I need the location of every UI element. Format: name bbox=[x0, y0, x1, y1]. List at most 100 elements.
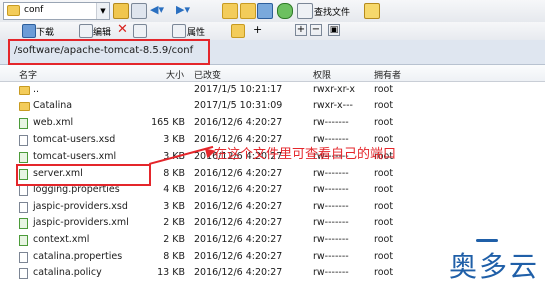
file-modified: 2016/12/6 4:20:27 bbox=[194, 234, 283, 245]
file-modified: 2016/12/6 4:20:27 bbox=[194, 201, 283, 212]
new-folder-icon[interactable] bbox=[231, 24, 245, 38]
file-permissions: rw------- bbox=[313, 201, 349, 212]
main-toolbar: conf ▼ ◀▾ ▶▾ 查找文件 bbox=[0, 0, 545, 23]
new-file-icon[interactable]: + bbox=[253, 23, 262, 36]
table-row[interactable]: jaspic-providers.xsd 3 KB 2016/12/6 4:20… bbox=[0, 199, 545, 215]
select-all-icon[interactable]: ▣ bbox=[328, 24, 340, 36]
file-owner: root bbox=[374, 168, 394, 179]
file-name: Catalina bbox=[33, 100, 73, 111]
file-name: catalina.policy bbox=[33, 267, 102, 278]
minus-icon[interactable]: − bbox=[310, 24, 322, 36]
home-icon[interactable] bbox=[257, 3, 273, 19]
file-permissions: rwxr-xr-x bbox=[313, 84, 355, 95]
xml-file-icon bbox=[19, 218, 28, 229]
server-xml-highlight-box bbox=[16, 164, 151, 186]
file-permissions: rw------- bbox=[313, 117, 349, 128]
file-size: 8 KB bbox=[163, 251, 185, 262]
file-owner: root bbox=[374, 251, 394, 262]
file-owner: root bbox=[374, 217, 394, 228]
column-header-permissions[interactable]: 权限 bbox=[313, 68, 331, 81]
file-owner: root bbox=[374, 234, 394, 245]
properties-button[interactable]: 属性 bbox=[187, 25, 205, 38]
delete-icon[interactable]: ✕ bbox=[117, 22, 128, 37]
file-size: 165 KB bbox=[151, 117, 185, 128]
file-modified: 2016/12/6 4:20:27 bbox=[194, 217, 283, 228]
plus-icon[interactable]: + bbox=[295, 24, 307, 36]
edit-button[interactable]: 编辑 bbox=[93, 25, 111, 38]
file-name: web.xml bbox=[33, 117, 74, 128]
find-files-button[interactable]: 查找文件 bbox=[314, 5, 350, 18]
file-name: jaspic-providers.xsd bbox=[33, 201, 128, 212]
table-row[interactable]: Catalina 2017/1/5 10:31:09 rwxr-x--- roo… bbox=[0, 98, 545, 114]
file-size: 3 KB bbox=[163, 134, 185, 145]
file-name: jaspic-providers.xml bbox=[33, 217, 129, 228]
file-size: 8 KB bbox=[163, 168, 185, 179]
column-header-modified[interactable]: 已改变 bbox=[194, 68, 221, 81]
file-name: catalina.properties bbox=[33, 251, 123, 262]
file-permissions: rw------- bbox=[313, 251, 349, 262]
bookmark-icon[interactable] bbox=[364, 3, 380, 19]
file-modified: 2017/1/5 10:31:09 bbox=[194, 100, 283, 111]
file-size: 13 KB bbox=[157, 267, 185, 278]
table-row[interactable]: .. 2017/1/5 10:21:17 rwxr-xr-x root bbox=[0, 82, 545, 98]
file-permissions: rw------- bbox=[313, 184, 349, 195]
file-modified: 2016/12/6 4:20:27 bbox=[194, 267, 283, 278]
file-name: .. bbox=[33, 84, 40, 95]
filter-icon[interactable] bbox=[131, 3, 147, 19]
folder-select[interactable]: conf ▼ bbox=[3, 2, 110, 20]
find-files-icon[interactable] bbox=[297, 3, 313, 19]
file-size: 2 KB bbox=[163, 217, 185, 228]
file-size: 2 KB bbox=[163, 234, 185, 245]
file-permissions: rw------- bbox=[313, 234, 349, 245]
file-owner: root bbox=[374, 267, 394, 278]
folder-icon bbox=[7, 5, 20, 16]
file-modified: 2016/12/6 4:20:27 bbox=[194, 168, 283, 179]
download-button[interactable]: 下载 bbox=[36, 25, 54, 38]
file-icon bbox=[19, 252, 28, 263]
file-modified: 2017/1/5 10:21:17 bbox=[194, 84, 283, 95]
xml-file-icon bbox=[19, 235, 28, 246]
properties-icon[interactable] bbox=[172, 24, 186, 38]
file-icon bbox=[19, 135, 28, 146]
table-row[interactable]: web.xml 165 KB 2016/12/6 4:20:27 rw-----… bbox=[0, 115, 545, 131]
path-highlight-box bbox=[8, 39, 210, 65]
file-owner: root bbox=[374, 184, 394, 195]
file-modified: 2016/12/6 4:20:27 bbox=[194, 117, 283, 128]
file-owner: root bbox=[374, 84, 394, 95]
annotation-text: 在这个文件里可查看自己的端口 bbox=[214, 147, 397, 162]
back-arrow-icon[interactable]: ◀▾ bbox=[150, 3, 164, 16]
file-list-header: 名字 大小 已改变 权限 拥有者 bbox=[0, 65, 545, 82]
download-icon[interactable] bbox=[22, 24, 36, 38]
file-modified: 2016/12/6 4:20:27 bbox=[194, 251, 283, 262]
watermark-logo-icon bbox=[476, 239, 498, 242]
column-header-owner[interactable]: 拥有者 bbox=[374, 68, 401, 81]
file-permissions: rw------- bbox=[313, 267, 349, 278]
chevron-down-icon[interactable]: ▼ bbox=[96, 3, 109, 19]
file-owner: root bbox=[374, 201, 394, 212]
rename-icon[interactable] bbox=[133, 24, 147, 38]
file-permissions: rw------- bbox=[313, 168, 349, 179]
file-permissions: rwxr-x--- bbox=[313, 100, 353, 111]
file-icon bbox=[19, 268, 28, 279]
root-folder-icon[interactable] bbox=[240, 3, 256, 19]
folder-select-value: conf bbox=[24, 5, 44, 15]
file-name: tomcat-users.xsd bbox=[33, 134, 116, 145]
file-icon bbox=[19, 202, 28, 213]
file-owner: root bbox=[374, 117, 394, 128]
folder-icon bbox=[19, 102, 30, 111]
watermark-logo: 奥多云 bbox=[448, 250, 539, 283]
xml-file-icon bbox=[19, 152, 28, 163]
refresh-icon[interactable] bbox=[277, 3, 293, 19]
parent-folder-icon[interactable] bbox=[222, 3, 238, 19]
table-row[interactable]: jaspic-providers.xml 2 KB 2016/12/6 4:20… bbox=[0, 215, 545, 231]
column-header-size[interactable]: 大小 bbox=[166, 68, 184, 81]
forward-arrow-icon[interactable]: ▶▾ bbox=[176, 3, 190, 16]
xml-file-icon bbox=[19, 118, 28, 129]
file-icon bbox=[19, 185, 28, 196]
column-header-name[interactable]: 名字 bbox=[19, 68, 37, 81]
file-size: 3 KB bbox=[163, 201, 185, 212]
edit-icon[interactable] bbox=[79, 24, 93, 38]
file-name: tomcat-users.xml bbox=[33, 151, 117, 162]
file-size: 4 KB bbox=[163, 184, 185, 195]
open-folder-icon[interactable] bbox=[113, 3, 129, 19]
